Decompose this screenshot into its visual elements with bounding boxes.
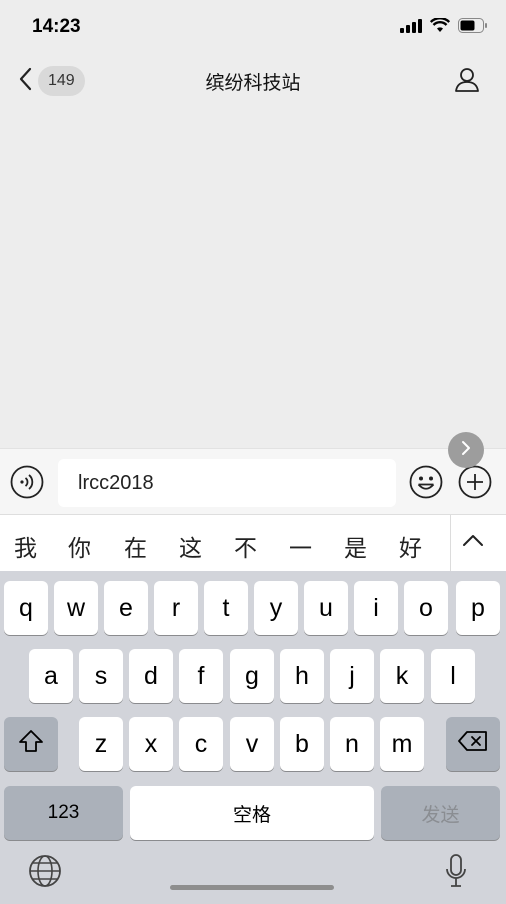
voice-input-button[interactable] [10,465,44,504]
shift-key[interactable] [4,717,58,771]
dictation-button[interactable] [444,854,468,893]
key-n[interactable]: n [330,717,374,771]
globe-icon [28,855,62,892]
key-z[interactable]: z [79,717,123,771]
key-v[interactable]: v [230,717,274,771]
key-w[interactable]: w [54,581,98,635]
key-q[interactable]: q [4,581,48,635]
chevron-right-icon [460,440,472,461]
candidate-word[interactable]: 我 [14,529,37,563]
key-b[interactable]: b [280,717,324,771]
shift-icon [18,729,44,760]
key-g[interactable]: g [230,649,274,703]
battery-icon [458,18,488,38]
numbers-key[interactable]: 123 [4,786,123,840]
plus-icon [458,465,492,503]
person-icon [454,68,480,97]
key-s[interactable]: s [79,649,123,703]
profile-button[interactable] [454,67,480,98]
key-u[interactable]: u [304,581,348,635]
key-j[interactable]: j [330,649,374,703]
key-e[interactable]: e [104,581,148,635]
chat-title: 缤纷科技站 [205,72,301,94]
smiley-icon [409,465,443,503]
chevron-up-icon [462,534,484,551]
candidate-word[interactable]: 不 [234,529,257,563]
key-d[interactable]: d [129,649,173,703]
key-l[interactable]: l [431,649,475,703]
microphone-icon [444,854,468,892]
candidate-word[interactable]: 好 [399,529,422,563]
key-m[interactable]: m [380,717,424,771]
more-options-button[interactable] [458,465,492,504]
key-t[interactable]: t [204,581,248,635]
candidate-word[interactable]: 这 [179,529,202,563]
status-bar: 14:23 [0,0,506,56]
input-bar [0,448,506,514]
candidate-word[interactable]: 一 [289,529,312,563]
candidate-word[interactable]: 你 [68,529,91,563]
key-h[interactable]: h [280,649,324,703]
candidate-divider [450,515,451,572]
send-key[interactable]: 发送 [381,786,500,840]
emoji-button[interactable] [409,465,443,504]
expand-candidates-button[interactable] [462,533,484,552]
key-c[interactable]: c [179,717,223,771]
switch-keyboard-button[interactable] [28,854,62,893]
key-p[interactable]: p [456,581,500,635]
message-input[interactable] [58,459,396,507]
signal-icon [400,18,422,38]
status-icons [400,17,488,38]
key-a[interactable]: a [29,649,73,703]
delete-key[interactable] [446,717,500,771]
candidate-word[interactable]: 在 [124,529,147,563]
chat-message-area[interactable] [0,106,506,446]
key-o[interactable]: o [404,581,448,635]
floating-arrow-button[interactable] [448,432,484,468]
ime-candidate-bar: 我 你 在 这 不 一 是 好 [0,514,506,572]
status-time: 14:23 [32,16,81,37]
backspace-icon [458,730,488,759]
key-r[interactable]: r [154,581,198,635]
candidate-word[interactable]: 是 [344,529,367,563]
key-y[interactable]: y [254,581,298,635]
keyboard: q w e r t y u i o p a s d f g h j k l z … [0,571,506,904]
key-x[interactable]: x [129,717,173,771]
key-k[interactable]: k [380,649,424,703]
key-f[interactable]: f [179,649,223,703]
nav-bar: 149 缤纷科技站 [0,56,506,106]
key-i[interactable]: i [354,581,398,635]
home-indicator[interactable] [170,885,334,890]
voice-icon [10,465,44,503]
space-key[interactable]: 空格 [130,786,374,840]
wifi-icon [429,17,451,38]
